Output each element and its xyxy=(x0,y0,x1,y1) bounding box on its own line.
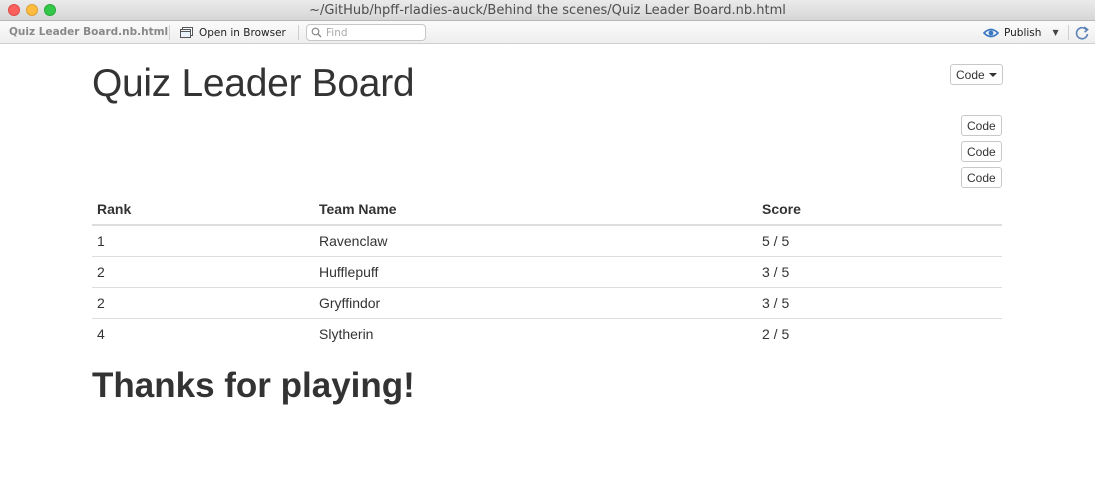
publish-button[interactable]: Publish ▼ xyxy=(983,24,1059,41)
open-in-browser-label: Open in Browser xyxy=(199,26,286,39)
table-row: 4 Slytherin 2 / 5 xyxy=(92,318,1002,350)
toolbar-divider xyxy=(1068,25,1069,40)
code-toggle-button[interactable]: Code xyxy=(961,141,1002,162)
code-toggle-button[interactable]: Code xyxy=(961,167,1002,188)
score-cell: 3 / 5 xyxy=(757,287,1002,319)
column-header-rank: Rank xyxy=(92,193,314,226)
table-header-row: Rank Team Name Score xyxy=(92,193,1002,226)
score-cell: 3 / 5 xyxy=(757,256,1002,288)
window-title: ~/GitHub/hpff-rladies-auck/Behind the sc… xyxy=(309,3,786,18)
rank-cell: 2 xyxy=(92,256,314,288)
find-input[interactable] xyxy=(326,26,421,39)
code-menu-label: Code xyxy=(956,67,985,82)
table-row: 1 Ravenclaw 5 / 5 xyxy=(92,225,1002,257)
team-name-cell: Gryffindor xyxy=(314,287,757,319)
code-toggle-label: Code xyxy=(967,118,996,133)
toolbar-divider xyxy=(169,25,170,40)
search-icon xyxy=(311,27,322,38)
code-toggle-label: Code xyxy=(967,144,996,159)
team-name-cell: Hufflepuff xyxy=(314,256,757,288)
rank-cell: 2 xyxy=(92,287,314,319)
column-header-score: Score xyxy=(757,193,1002,226)
code-menu-button[interactable]: Code xyxy=(950,64,1003,85)
publish-icon xyxy=(983,28,999,37)
chevron-down-icon xyxy=(988,72,997,77)
rank-cell: 4 xyxy=(92,318,314,350)
closing-heading: Thanks for playing! xyxy=(92,366,415,405)
publish-label: Publish xyxy=(1004,26,1042,39)
team-name-cell: Ravenclaw xyxy=(319,233,388,249)
leader-board-table: Rank Team Name Score 1 Ravenclaw 5 / 5 2… xyxy=(92,193,1002,350)
table-row: 2 Hufflepuff 3 / 5 xyxy=(92,256,1002,288)
open-in-browser-button[interactable]: Open in Browser xyxy=(179,24,286,41)
viewer-toolbar: Quiz Leader Board.nb.html Open in Browse… xyxy=(0,21,1095,44)
table-row: 2 Gryffindor 3 / 5 xyxy=(92,287,1002,319)
open-in-browser-icon xyxy=(180,27,193,38)
file-name-label: Quiz Leader Board.nb.html xyxy=(9,26,169,38)
code-toggle-button[interactable]: Code xyxy=(961,115,1002,136)
window-titlebar: ~/GitHub/hpff-rladies-auck/Behind the sc… xyxy=(0,0,1095,21)
score-cell: 5 / 5 xyxy=(762,233,790,249)
dropdown-caret-icon[interactable]: ▼ xyxy=(1052,28,1058,37)
team-name-cell: Slytherin xyxy=(314,318,757,350)
rank-cell: 1 xyxy=(97,233,105,249)
page-title: Quiz Leader Board xyxy=(92,62,415,105)
toolbar-divider xyxy=(298,25,299,40)
code-toggle-label: Code xyxy=(967,170,996,185)
column-header-team-name: Team Name xyxy=(314,193,757,226)
find-field[interactable] xyxy=(306,24,426,41)
refresh-icon[interactable] xyxy=(1074,25,1090,41)
score-cell: 2 / 5 xyxy=(757,318,1002,350)
